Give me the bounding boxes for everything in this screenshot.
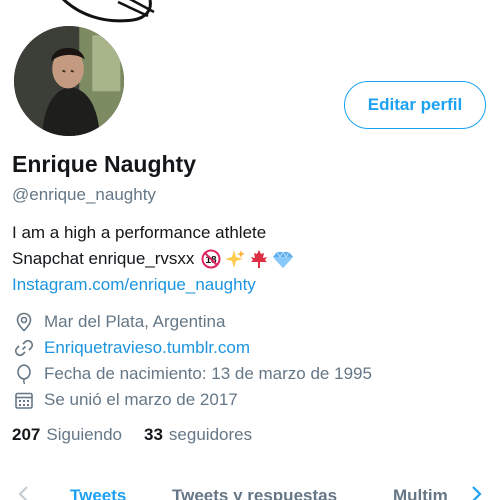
following-count[interactable]: 207 <box>12 425 40 445</box>
balloon-icon <box>12 362 36 386</box>
bio-text-2: Snapchat enrique_rvsxx <box>12 249 195 268</box>
profile-name: Enrique Naughty <box>12 151 197 177</box>
avatar[interactable] <box>10 22 128 140</box>
no-under-18-icon: 18 <box>201 249 221 269</box>
website-link[interactable]: Enriquetravieso.tumblr.com <box>44 335 250 361</box>
bio-text-1: I am a high a performance athlete <box>12 223 267 242</box>
joined-text: Se unió el marzo de 2017 <box>44 390 238 409</box>
link-icon <box>12 336 36 360</box>
gem-icon <box>273 249 294 269</box>
followers-count[interactable]: 33 <box>144 425 163 445</box>
following-label[interactable]: Siguiendo <box>46 425 122 445</box>
tab-tweets[interactable]: Tweets <box>70 486 126 500</box>
chevron-left-icon[interactable] <box>14 484 34 500</box>
bio-line-3: Instagram.com/enrique_naughty <box>12 272 293 298</box>
chevron-right-icon[interactable] <box>466 484 486 500</box>
bio-line-1: I am a high a performance athlete <box>12 220 293 246</box>
website-row: Enriquetravieso.tumblr.com <box>12 335 372 361</box>
joined-row: Se unió el marzo de 2017 <box>12 387 372 413</box>
sparkles-icon <box>225 249 246 269</box>
followers-label[interactable]: seguidores <box>169 425 252 445</box>
maple-leaf-icon <box>249 249 269 269</box>
location-row: Mar del Plata, Argentina <box>12 309 372 335</box>
birthday-text: Fecha de nacimiento: 13 de marzo de 1995 <box>44 364 372 383</box>
follow-stats: 207 Siguiendo 33 seguidores <box>12 425 274 445</box>
location-pin-icon <box>12 310 36 334</box>
location-text: Mar del Plata, Argentina <box>44 312 226 331</box>
profile-meta: Mar del Plata, Argentina Enriquetravieso… <box>12 309 372 413</box>
bio: I am a high a performance athlete Snapch… <box>12 220 294 298</box>
calendar-icon <box>12 388 36 412</box>
tab-tweets-replies[interactable]: Tweets y respuestas <box>172 486 337 500</box>
bio-line-2: Snapchat enrique_rvsxx 18 <box>12 246 294 272</box>
bio-link[interactable]: Instagram.com/enrique_naughty <box>12 272 256 298</box>
birthday-row: Fecha de nacimiento: 13 de marzo de 1995 <box>12 361 372 387</box>
profile-tabs: Tweets Tweets y respuestas Multim <box>0 484 500 500</box>
profile-handle: @enrique_naughty <box>12 185 156 204</box>
edit-profile-button[interactable]: Editar perfil <box>344 81 486 129</box>
avatar-photo <box>14 26 124 136</box>
tab-media[interactable]: Multim <box>393 486 448 500</box>
